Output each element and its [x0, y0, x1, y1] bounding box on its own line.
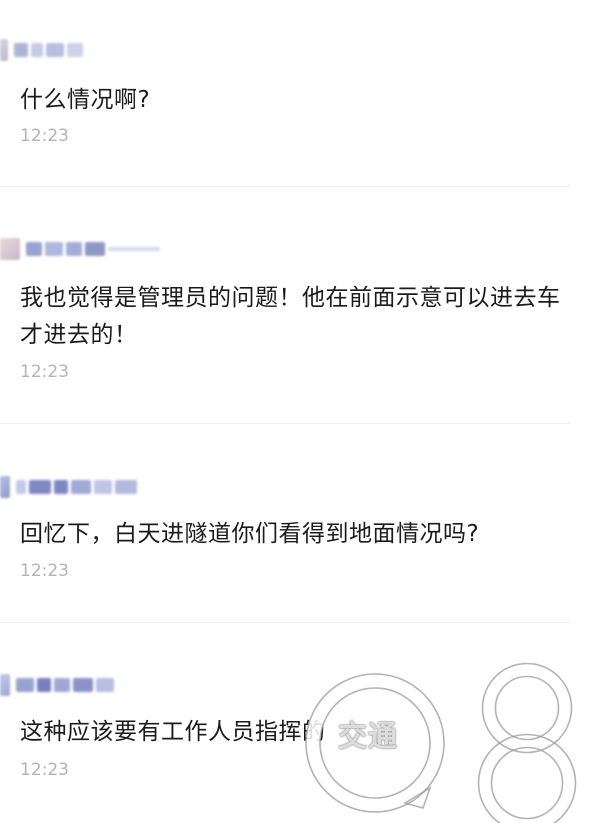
- divider: [0, 423, 570, 424]
- comment-text: 回忆下，白天进隧道你们看得到地面情况吗?: [20, 516, 568, 553]
- avatar[interactable]: [0, 238, 20, 260]
- commenter-name-blurred[interactable]: [0, 474, 137, 500]
- divider: [0, 622, 570, 623]
- blurred-username: [14, 43, 83, 57]
- avatar[interactable]: [0, 674, 10, 696]
- avatar[interactable]: [0, 39, 8, 61]
- divider: [0, 186, 570, 187]
- comment-time: 12:23: [20, 126, 69, 146]
- avatar[interactable]: [0, 476, 10, 498]
- commenter-name-blurred[interactable]: [0, 236, 160, 262]
- blurred-username: [16, 480, 137, 494]
- comment-text: 这种应该要有工作人员指挥的: [20, 714, 568, 751]
- comment-time: 12:23: [20, 561, 69, 581]
- commenter-name-blurred[interactable]: [0, 37, 83, 63]
- watermark-text: 交通: [338, 713, 398, 755]
- comment-text: 什么情况啊?: [20, 82, 568, 119]
- blurred-username: [26, 242, 160, 256]
- commenter-name-blurred[interactable]: [0, 672, 114, 698]
- comment-time: 12:23: [20, 362, 69, 382]
- comment-time: 12:23: [20, 760, 69, 780]
- blurred-username: [16, 678, 114, 692]
- comment-text: 我也觉得是管理员的问题！他在前面示意可以进去车才进去的！: [20, 280, 568, 354]
